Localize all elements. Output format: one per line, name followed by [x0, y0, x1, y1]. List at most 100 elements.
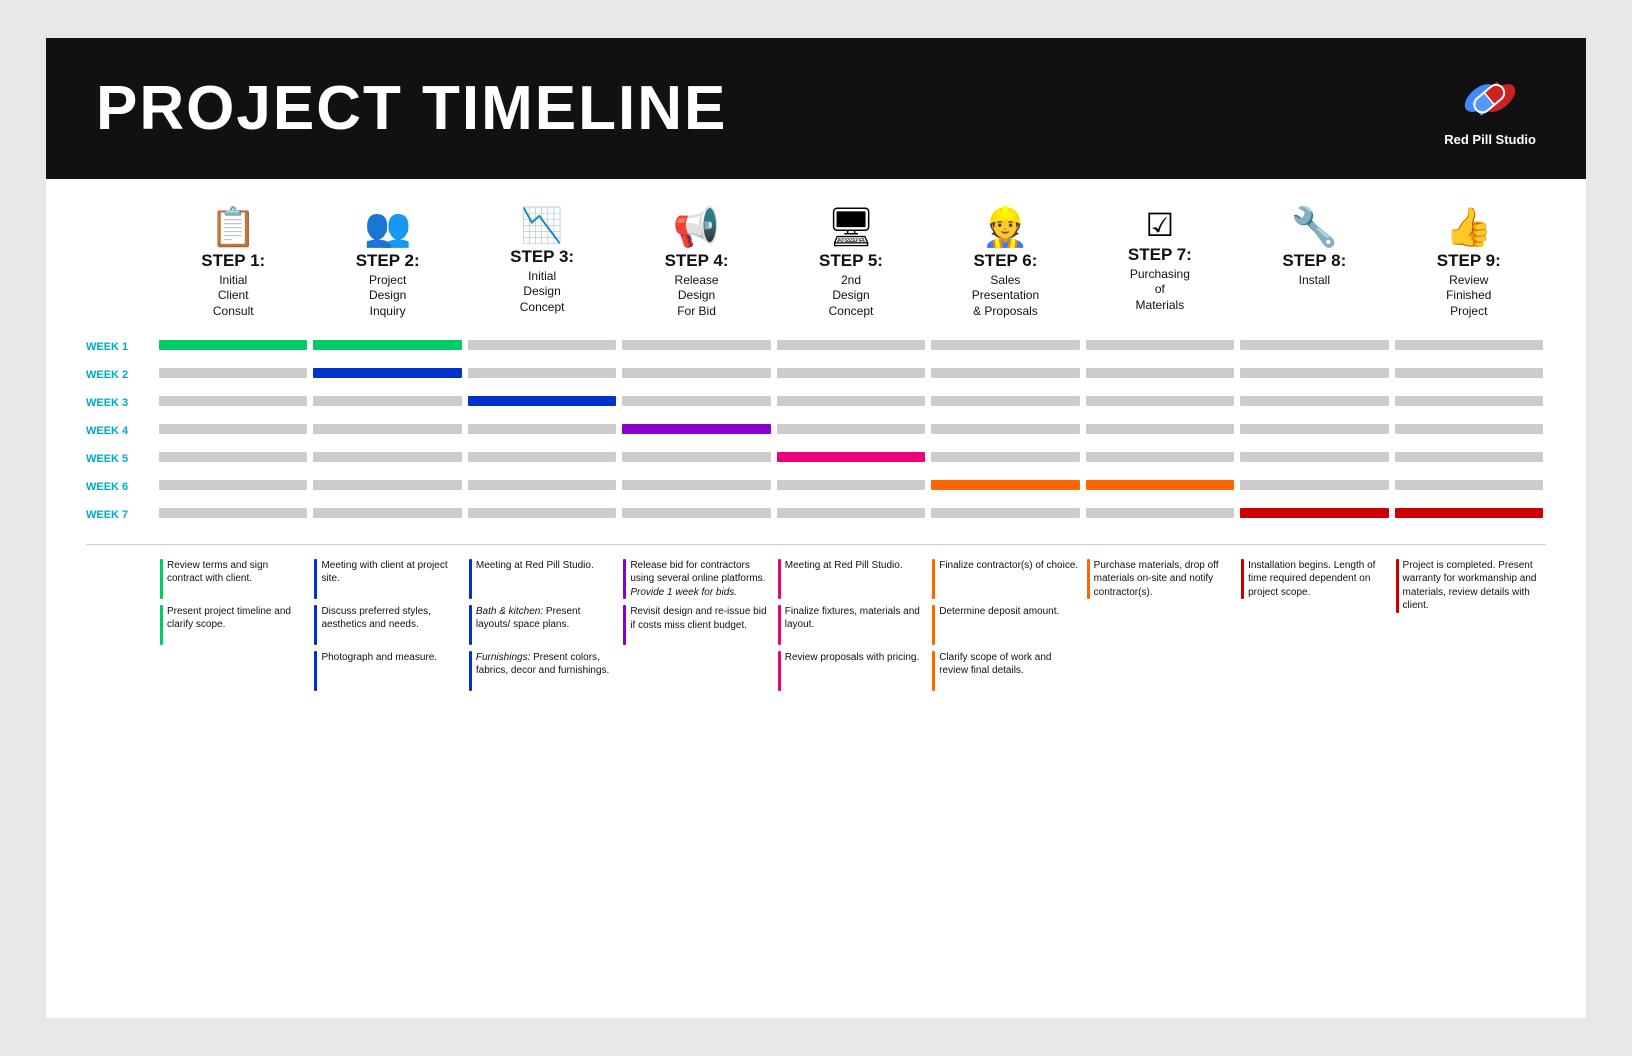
step-1-week-3-bar — [159, 396, 307, 406]
step-6-week-1-bar — [931, 340, 1079, 350]
note-text: Review terms and sign contract with clie… — [167, 559, 306, 599]
step-9-week-3-bar — [1395, 396, 1543, 406]
note-item: Meeting at Red Pill Studio. — [778, 559, 924, 599]
step-9-week-1-bar — [1395, 340, 1543, 350]
note-item: Bath & kitchen: Present layouts/ space p… — [469, 605, 615, 645]
step-1-header: 📋 STEP 1: InitialClientConsult — [156, 199, 310, 330]
page: PROJECT TIMELINE Red Pill Studio — [46, 38, 1586, 1018]
step-8-number: STEP 8: — [1282, 251, 1346, 271]
step-6-header: 👷 STEP 6: SalesPresentation& Proposals — [928, 199, 1082, 330]
step-7-notes: Purchase materials, drop off materials o… — [1083, 559, 1237, 697]
step-9-number: STEP 9: — [1437, 251, 1501, 271]
step-9-title: ReviewFinishedProject — [1446, 273, 1491, 320]
step-8-notes: Installation begins. Length of time requ… — [1237, 559, 1391, 697]
step-6-icon: 👷 — [982, 209, 1029, 247]
note-bar — [314, 651, 317, 691]
step-5-week-6-bar — [777, 480, 925, 490]
note-bar — [778, 651, 781, 691]
step-8-icon: 🔧 — [1291, 209, 1338, 247]
note-item: Present project timeline and clarify sco… — [160, 605, 306, 645]
step-3-icon: 📉 — [521, 209, 563, 243]
note-item: Furnishings: Present colors, fabrics, de… — [469, 651, 615, 691]
step-2-header: 👥 STEP 2: ProjectDesignInquiry — [310, 199, 464, 330]
week-1-label: WEEK 1 — [86, 341, 128, 353]
note-bar — [160, 605, 163, 645]
step-5-week-4-bar — [777, 424, 925, 434]
step-7-week-6-bar — [1086, 480, 1234, 490]
step-8-header: 🔧 STEP 8: Install — [1237, 199, 1391, 330]
step-1-week-2-bar — [159, 368, 307, 378]
step-2-notes: Meeting with client at project site. Dis… — [310, 559, 464, 697]
note-text: Finalize contractor(s) of choice. — [939, 559, 1078, 599]
step-3-header: 📉 STEP 3: InitialDesignConcept — [465, 199, 619, 330]
step-7-icon: ☑ — [1146, 209, 1175, 241]
step-8-week-3-bar — [1240, 396, 1388, 406]
logo-text: Red Pill Studio — [1444, 132, 1536, 149]
step-2-icon: 👥 — [364, 209, 411, 247]
step-3-week-6-bar — [468, 480, 616, 490]
note-item: Photograph and measure. — [314, 651, 460, 691]
step-3-number: STEP 3: — [510, 247, 574, 267]
step-3-week-2-bar — [468, 368, 616, 378]
step-1-notes: Review terms and sign contract with clie… — [156, 559, 310, 697]
step-9-notes: Project is completed. Present warranty f… — [1392, 559, 1546, 697]
week-3-label-row: WEEK 3 — [86, 392, 156, 414]
step-1-title: InitialClientConsult — [213, 273, 254, 320]
note-text: Meeting with client at project site. — [321, 559, 460, 599]
note-item: Finalize contractor(s) of choice. — [932, 559, 1078, 599]
step-8-week-6-bar — [1240, 480, 1388, 490]
step-8-week-2-bar — [1240, 368, 1388, 378]
step-7-week-1-bar — [1086, 340, 1234, 350]
step-2-week-5-bar — [313, 452, 461, 462]
step-7-header: ☑ STEP 7: PurchasingofMaterials — [1083, 199, 1237, 330]
step-6-week-3-bar — [931, 396, 1079, 406]
note-item: Clarify scope of work and review final d… — [932, 651, 1078, 691]
step-4-number: STEP 4: — [665, 251, 729, 271]
step-7-week-4-bar — [1086, 424, 1234, 434]
step-5-icon: 🖥 — [827, 209, 875, 247]
note-text: Furnishings: Present colors, fabrics, de… — [476, 651, 615, 691]
note-text: Project is completed. Present warranty f… — [1403, 559, 1542, 613]
step-5-week-2-bar — [777, 368, 925, 378]
step-9-week-7-bar — [1395, 508, 1543, 518]
step-9-icon: 👍 — [1445, 209, 1492, 247]
step-4-week-3-bar — [622, 396, 770, 406]
note-bar — [778, 559, 781, 599]
step-9-week-2-bar — [1395, 368, 1543, 378]
header: PROJECT TIMELINE Red Pill Studio — [46, 38, 1586, 179]
step-5-bars — [774, 334, 928, 526]
step-4-title: ReleaseDesignFor Bid — [675, 273, 719, 320]
step-7-bars — [1083, 334, 1237, 526]
note-bar — [623, 559, 626, 600]
step-2-week-1-bar — [313, 340, 461, 350]
week-7-label-row: WEEK 7 — [86, 504, 156, 526]
note-bar — [469, 651, 472, 691]
week-2-label: WEEK 2 — [86, 369, 128, 381]
step-1-bars — [156, 334, 310, 526]
step-5-week-1-bar — [777, 340, 925, 350]
step-4-bars — [619, 334, 773, 526]
note-bar — [314, 605, 317, 645]
note-item: Installation begins. Length of time requ… — [1241, 559, 1387, 600]
step-5-week-5-bar — [777, 452, 925, 462]
step-5-week-7-bar — [777, 508, 925, 518]
step-1-week-6-bar — [159, 480, 307, 490]
note-text: Review proposals with pricing. — [785, 651, 920, 691]
step-3-bars — [465, 334, 619, 526]
week-6-label-row: WEEK 6 — [86, 476, 156, 498]
step-6-notes: Finalize contractor(s) of choice. Determ… — [928, 559, 1082, 697]
note-item: Finalize fixtures, materials and layout. — [778, 605, 924, 645]
step-4-week-1-bar — [622, 340, 770, 350]
step-8-week-4-bar — [1240, 424, 1388, 434]
note-bar — [932, 651, 935, 691]
main-content: 📋 STEP 1: InitialClientConsult 👥 STEP 2:… — [46, 179, 1586, 727]
note-item: Meeting with client at project site. — [314, 559, 460, 599]
step-1-week-5-bar — [159, 452, 307, 462]
step-6-number: STEP 6: — [973, 251, 1037, 271]
note-bar — [932, 605, 935, 645]
note-item: Purchase materials, drop off materials o… — [1087, 559, 1233, 600]
note-text: Finalize fixtures, materials and layout. — [785, 605, 924, 645]
step-7-week-5-bar — [1086, 452, 1234, 462]
step-5-number: STEP 5: — [819, 251, 883, 271]
step-6-title: SalesPresentation& Proposals — [972, 273, 1039, 320]
